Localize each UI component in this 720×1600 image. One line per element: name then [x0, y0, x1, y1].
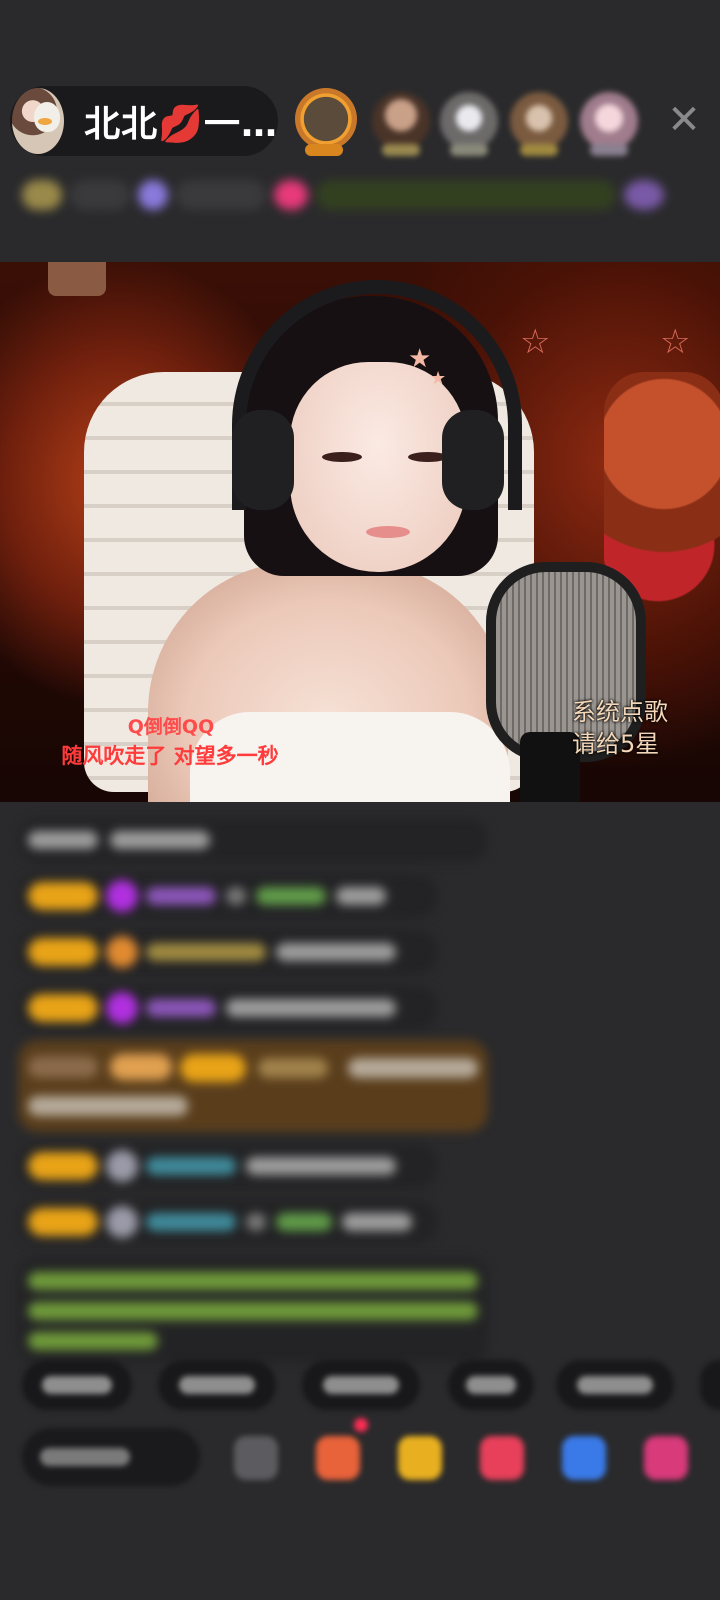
- username[interactable]: [146, 1213, 236, 1231]
- top-viewer-avatar[interactable]: [440, 92, 498, 156]
- highlight-message[interactable]: [18, 1040, 488, 1132]
- star-decoration: ☆: [660, 322, 691, 362]
- top-viewer-avatar[interactable]: [372, 92, 430, 156]
- message-text: [110, 831, 210, 849]
- fans-chip[interactable]: [138, 180, 168, 210]
- song-request-note: 系统点歌 请给5星: [572, 696, 682, 760]
- gift-box-icon[interactable]: [316, 1436, 360, 1480]
- level-badge: [28, 938, 98, 966]
- message-text: [246, 1157, 396, 1175]
- host-profile-pill[interactable]: 北北💋一…: [10, 86, 278, 156]
- top-viewer-avatar[interactable]: [580, 92, 638, 156]
- username[interactable]: [146, 943, 266, 961]
- chat-message[interactable]: [18, 874, 438, 918]
- room-info-bar[interactable]: [22, 176, 700, 214]
- chat-message[interactable]: [18, 930, 438, 974]
- system-notice: [18, 1258, 488, 1362]
- host-avatar[interactable]: [12, 88, 65, 154]
- message-text: [246, 1213, 266, 1231]
- level-badge: [28, 1152, 98, 1180]
- close-icon[interactable]: ✕: [664, 100, 704, 140]
- activity-chip[interactable]: [624, 180, 664, 210]
- activity-chip[interactable]: [316, 180, 616, 210]
- diamond-icon: [106, 992, 138, 1024]
- notification-dot: [354, 1418, 368, 1432]
- username[interactable]: [146, 1157, 236, 1175]
- cloud-icon: [106, 1206, 138, 1238]
- ranking-chip[interactable]: [22, 180, 62, 210]
- message-text: [336, 887, 386, 905]
- treasure-icon[interactable]: [398, 1436, 442, 1480]
- balloon-icon: [106, 936, 138, 968]
- heat-chip[interactable]: [274, 180, 308, 210]
- emoji-icon[interactable]: [234, 1436, 278, 1480]
- diamond-icon: [106, 880, 138, 912]
- chat-message[interactable]: [18, 1200, 438, 1244]
- headphone-cup: [232, 410, 294, 510]
- bottom-toolbar: [0, 1418, 720, 1488]
- microphone-stand: [520, 732, 580, 802]
- quick-reply-button[interactable]: [700, 1360, 720, 1410]
- message-text: [226, 999, 396, 1017]
- game-icon[interactable]: [562, 1436, 606, 1480]
- ranking-chip[interactable]: [70, 180, 130, 210]
- username[interactable]: [146, 887, 216, 905]
- chat-message[interactable]: [18, 1144, 438, 1188]
- lyric-line: Q倒倒QQ: [127, 716, 215, 738]
- message-text: [342, 1213, 412, 1231]
- song-request-line: 系统点歌: [572, 698, 668, 726]
- star-decoration: ☆: [520, 322, 551, 362]
- chat-message[interactable]: [18, 818, 488, 862]
- heart-icon[interactable]: [480, 1436, 524, 1480]
- quick-reply-button[interactable]: [22, 1360, 132, 1410]
- level-badge: [28, 994, 98, 1022]
- quick-reply-button[interactable]: [556, 1360, 674, 1410]
- message-text: [28, 831, 98, 849]
- chat-input[interactable]: [22, 1428, 200, 1486]
- level-badge: [28, 882, 98, 910]
- quick-reply-button[interactable]: [158, 1360, 276, 1410]
- top-viewer-avatar[interactable]: [510, 92, 568, 156]
- hair-star-icon: ★: [430, 368, 447, 389]
- song-request-line: 请给5星: [572, 730, 660, 758]
- quick-reply-button[interactable]: [448, 1360, 534, 1410]
- chat-message[interactable]: [18, 986, 438, 1030]
- message-text: [226, 887, 246, 905]
- lips: [366, 526, 410, 538]
- host-name: 北北💋一…: [84, 104, 278, 145]
- message-text: [276, 943, 396, 961]
- hair-star-icon: ★: [408, 344, 432, 374]
- lyric-line: 随风吹走了 对望多一秒: [61, 744, 279, 768]
- quick-reply-button[interactable]: [302, 1360, 420, 1410]
- lamp: [48, 262, 106, 296]
- headphone-cup: [442, 410, 504, 510]
- username[interactable]: [276, 1213, 332, 1231]
- more-apps-icon[interactable]: [644, 1436, 688, 1480]
- top-viewer-avatar[interactable]: [295, 88, 357, 156]
- cloud-icon: [106, 1150, 138, 1182]
- level-badge: [28, 1208, 98, 1236]
- fans-chip[interactable]: [176, 180, 266, 210]
- username[interactable]: [146, 999, 216, 1017]
- username[interactable]: [256, 887, 326, 905]
